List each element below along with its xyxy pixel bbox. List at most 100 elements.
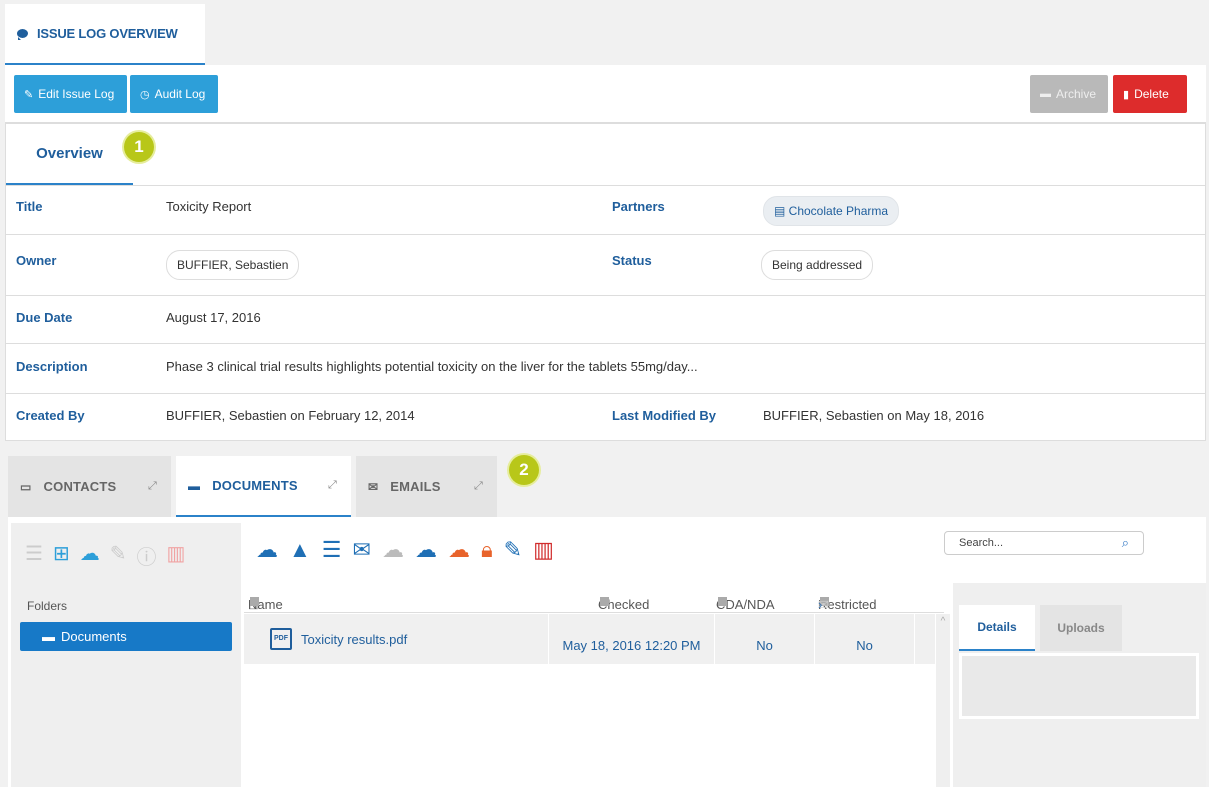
- tab-emails-label: EMAILS: [390, 479, 441, 494]
- pencil-icon[interactable]: ✎: [110, 541, 127, 570]
- trash-icon[interactable]: ▥: [166, 541, 185, 570]
- chevron-up-icon[interactable]: ^: [936, 616, 950, 627]
- tab-contacts[interactable]: ▭ CONTACTS ⤢: [8, 456, 171, 517]
- cloud-icon[interactable]: ☁: [382, 537, 404, 563]
- callout-marker-1: 1: [124, 132, 154, 162]
- tab-emails[interactable]: ✉ EMAILS ⤢: [356, 456, 497, 517]
- search-input[interactable]: Search... ⌕: [944, 531, 1144, 555]
- contact-card-icon: ▭: [20, 479, 32, 494]
- title-value: Toxicity Report: [166, 199, 252, 214]
- search-icon[interactable]: ⌕: [1122, 535, 1129, 551]
- created-row: Created By BUFFIER, Sebastien on Februar…: [6, 394, 1205, 441]
- audit-log-label: Audit Log: [154, 87, 206, 101]
- document-icon[interactable]: ☰: [25, 541, 43, 570]
- expand-icon[interactable]: ⤢: [328, 479, 337, 492]
- new-folder-icon[interactable]: ⊞: [53, 541, 70, 570]
- envelope-icon: ✉: [368, 479, 379, 494]
- folder-toolbar: ☰ ⊞ ☁ ✎ ⓘ ▥: [25, 541, 185, 570]
- audit-log-button[interactable]: ◷ Audit Log: [130, 75, 218, 113]
- description-value: Phase 3 clinical trial results highlight…: [166, 359, 698, 374]
- partners-label: Partners: [612, 199, 665, 214]
- cda-cell: No: [715, 614, 815, 664]
- expand-icon[interactable]: ⤢: [474, 480, 483, 493]
- archive-box-icon: ▬: [1040, 88, 1051, 100]
- alert-icon[interactable]: ⓘ: [136, 541, 156, 570]
- title-label: Title: [16, 199, 43, 214]
- trash-icon: ▮: [1123, 88, 1130, 101]
- restricted-cell: No: [815, 614, 915, 664]
- partner-name: Chocolate Pharma: [788, 204, 889, 218]
- document-toolbar: ☁ ▲ ☰ ✉ ☁ ☁ ☁ 🔒︎ ✎ ▥: [256, 537, 554, 563]
- issue-log-overview-tab[interactable]: ISSUE LOG OVERVIEW: [5, 4, 205, 65]
- callout-marker-2: 2: [509, 455, 539, 485]
- expand-icon[interactable]: ⤢: [148, 480, 157, 493]
- title-row: Title Toxicity Report Partners ▤ Chocola…: [6, 185, 1205, 235]
- owner-label: Owner: [16, 253, 57, 268]
- status-label: Status: [612, 253, 652, 268]
- status-badge: Being addressed: [761, 250, 874, 280]
- edit-issue-log-label: Edit Issue Log: [38, 87, 115, 101]
- document-list-icon[interactable]: ☰: [322, 537, 342, 563]
- pencil-icon: ✎: [24, 88, 34, 101]
- clock-icon: ◷: [140, 88, 150, 101]
- cloud-download-orange-icon[interactable]: ☁: [448, 537, 470, 563]
- created-by-label: Created By: [16, 408, 85, 423]
- folder-item-label: Documents: [61, 629, 127, 644]
- tab-documents-label: DOCUMENTS: [212, 478, 298, 493]
- details-content-box: [959, 653, 1199, 719]
- description-row: Description Phase 3 clinical trial resul…: [6, 344, 1205, 394]
- partner-chip[interactable]: ▤ Chocolate Pharma: [763, 196, 900, 226]
- folders-heading: Folders: [27, 599, 68, 613]
- archive-label: Archive: [1056, 87, 1097, 101]
- row-extra-cell: [915, 614, 936, 664]
- delete-button[interactable]: ▮ Delete: [1113, 75, 1187, 113]
- cloud-download-icon[interactable]: ☁: [415, 537, 437, 563]
- sort-icon[interactable]: [718, 597, 727, 606]
- upload-folder-icon[interactable]: ▲: [289, 537, 311, 563]
- documents-panel: ☰ ⊞ ☁ ✎ ⓘ ▥ Folders ▬ Documents ☁ ▲ ☰ ✉ …: [8, 517, 1206, 787]
- tab-documents[interactable]: ▬ DOCUMENTS ⤢: [176, 456, 351, 517]
- table-row[interactable]: PDF Toxicity results.pdf May 18, 2016 12…: [244, 614, 936, 664]
- tab-overview[interactable]: Overview: [6, 124, 133, 185]
- details-pane: Details Uploads: [953, 583, 1206, 787]
- created-by-value: BUFFIER, Sebastien on February 12, 2014: [166, 408, 415, 423]
- due-date-row: Due Date August 17, 2016: [6, 296, 1205, 344]
- tab-contacts-label: CONTACTS: [43, 479, 117, 494]
- building-icon: ▤: [774, 204, 789, 218]
- delete-label: Delete: [1134, 87, 1169, 101]
- tab-details[interactable]: Details: [959, 605, 1035, 651]
- pdf-file-icon: PDF: [270, 628, 292, 650]
- speech-bubble-icon: [17, 29, 28, 40]
- sort-icon[interactable]: [600, 597, 609, 606]
- sort-icon[interactable]: [250, 597, 259, 606]
- tab-overview-label: Overview: [36, 145, 103, 162]
- envelope-icon[interactable]: ✉: [353, 537, 371, 563]
- cloud-download-icon[interactable]: ☁: [80, 541, 100, 570]
- tab-uploads[interactable]: Uploads: [1040, 605, 1122, 651]
- trash-icon[interactable]: ▥: [533, 537, 554, 563]
- lock-icon[interactable]: 🔒︎: [481, 537, 493, 563]
- edit-issue-log-button[interactable]: ✎ Edit Issue Log: [14, 75, 127, 113]
- table-body-empty-area: [244, 664, 936, 787]
- last-modified-value: BUFFIER, Sebastien on May 18, 2016: [763, 408, 985, 423]
- cloud-upload-icon[interactable]: ☁: [256, 537, 278, 563]
- folder-icon: ▬: [42, 629, 55, 644]
- file-name: Toxicity results.pdf: [301, 631, 408, 647]
- file-name-cell[interactable]: PDF Toxicity results.pdf: [244, 614, 549, 664]
- checked-in-cell: May 18, 2016 12:20 PM: [549, 614, 715, 664]
- description-label: Description: [16, 359, 88, 374]
- pencil-icon[interactable]: ✎: [504, 537, 522, 563]
- folder-icon: ▬: [188, 478, 201, 493]
- folder-item-documents[interactable]: ▬ Documents: [20, 622, 232, 651]
- last-modified-label: Last Modified By: [612, 408, 717, 423]
- archive-button[interactable]: ▬ Archive: [1030, 75, 1108, 113]
- action-toolbar: ✎ Edit Issue Log ◷ Audit Log ▬ Archive ▮…: [5, 65, 1206, 123]
- owner-chip[interactable]: BUFFIER, Sebastien: [166, 250, 300, 280]
- overview-panel: Overview Title Toxicity Report Partners …: [5, 123, 1206, 441]
- search-placeholder: Search...: [959, 537, 1004, 549]
- owner-row: Owner BUFFIER, Sebastien Status Being ad…: [6, 235, 1205, 296]
- folders-pane: ☰ ⊞ ☁ ✎ ⓘ ▥ Folders ▬ Documents: [11, 523, 241, 787]
- issue-log-overview-label: ISSUE LOG OVERVIEW: [37, 26, 178, 41]
- chevron-right-icon[interactable]: ›: [818, 597, 822, 612]
- table-scrollbar[interactable]: ^: [936, 614, 950, 787]
